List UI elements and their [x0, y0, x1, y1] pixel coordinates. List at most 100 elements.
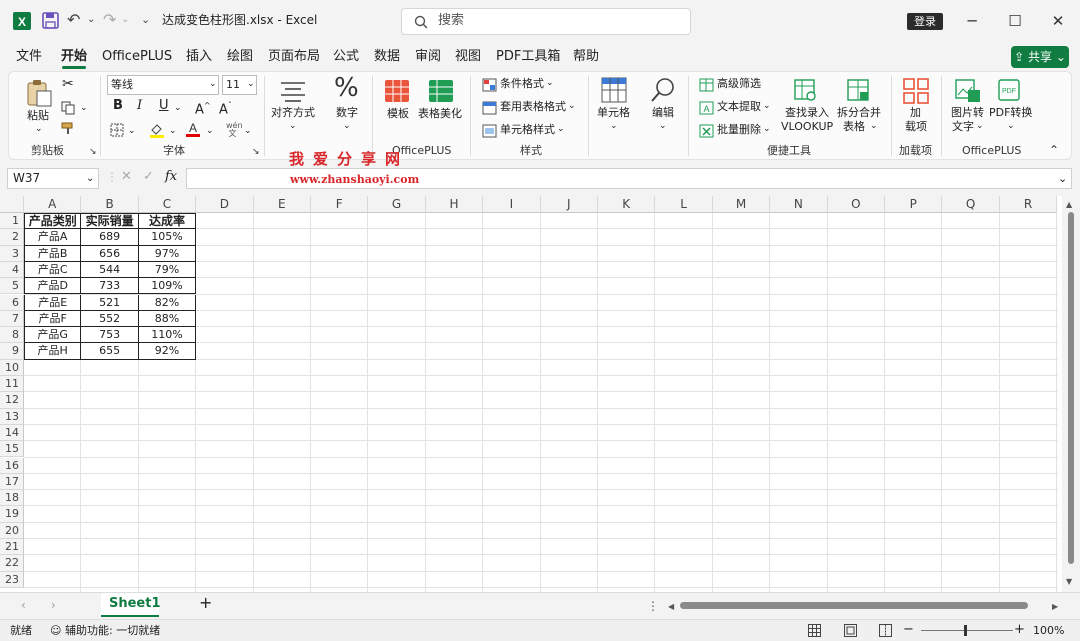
- tab-review[interactable]: 审阅: [415, 48, 441, 66]
- text-extract-icon[interactable]: A: [699, 101, 714, 115]
- column-header-g[interactable]: G: [368, 196, 426, 213]
- lookup-entry-icon[interactable]: [794, 79, 818, 103]
- row-header-23[interactable]: 23: [0, 571, 24, 588]
- table-format-icon[interactable]: [482, 101, 497, 115]
- table-cell[interactable]: 110%: [138, 327, 197, 344]
- maximize-button[interactable]: ☐: [1004, 10, 1026, 32]
- tab-split-handle-icon[interactable]: ⋮: [647, 599, 659, 613]
- column-header-p[interactable]: P: [885, 196, 943, 213]
- addins-label-1[interactable]: 加: [910, 106, 921, 120]
- image-to-text-dropdown-icon[interactable]: ⌄: [976, 119, 984, 133]
- fill-color-icon[interactable]: [149, 122, 165, 138]
- row-header-6[interactable]: 6: [0, 294, 24, 311]
- table-cell[interactable]: 产品B: [24, 245, 82, 262]
- cells-label[interactable]: 单元格: [597, 106, 630, 120]
- split-merge-label[interactable]: 拆分合并: [837, 106, 881, 120]
- row-header-1[interactable]: 1: [0, 213, 24, 230]
- column-header-n[interactable]: N: [770, 196, 828, 213]
- conditional-format-label[interactable]: 条件格式: [500, 77, 544, 91]
- scroll-right-icon[interactable]: ▶: [1052, 600, 1058, 614]
- table-cell[interactable]: 521: [81, 294, 139, 311]
- font-launcher-icon[interactable]: ↘: [252, 145, 260, 159]
- border-dropdown-icon[interactable]: ⌄: [128, 124, 136, 138]
- cell-style-dropdown-icon[interactable]: ⌄: [557, 122, 565, 136]
- redo-icon[interactable]: ↷: [103, 10, 116, 30]
- column-header-l[interactable]: L: [655, 196, 713, 213]
- edit-label[interactable]: 编辑: [652, 106, 674, 120]
- paste-icon[interactable]: [25, 79, 53, 107]
- zoom-slider-thumb[interactable]: [964, 625, 967, 636]
- tab-view[interactable]: 视图: [455, 48, 481, 66]
- advanced-filter-icon[interactable]: [699, 78, 714, 92]
- table-cell[interactable]: 82%: [138, 294, 197, 311]
- column-header-j[interactable]: J: [540, 196, 598, 213]
- phonetic-icon[interactable]: wén 文: [226, 122, 243, 138]
- conditional-format-dropdown-icon[interactable]: ⌄: [546, 76, 554, 90]
- cancel-entry-icon[interactable]: ✕: [121, 170, 132, 184]
- image-to-text-icon[interactable]: [955, 79, 981, 103]
- table-format-dropdown-icon[interactable]: ⌄: [568, 99, 576, 113]
- minimize-button[interactable]: ─: [961, 10, 983, 32]
- column-header-b[interactable]: B: [81, 196, 139, 213]
- number-format-icon[interactable]: %: [334, 74, 359, 102]
- template-label[interactable]: 模板: [387, 107, 409, 121]
- column-header-r[interactable]: R: [999, 196, 1058, 213]
- underline-icon[interactable]: U: [159, 99, 169, 113]
- expand-formula-bar-icon[interactable]: ⌄: [1058, 172, 1067, 186]
- column-header-c[interactable]: C: [138, 196, 197, 213]
- page-break-view-icon[interactable]: [879, 624, 892, 637]
- cell-style-label[interactable]: 单元格样式: [500, 123, 555, 137]
- split-merge-table-label[interactable]: 表格: [843, 120, 865, 134]
- undo-dropdown-icon[interactable]: ⌄: [87, 10, 95, 30]
- row-header-3[interactable]: 3: [0, 245, 24, 262]
- row-header-8[interactable]: 8: [0, 327, 24, 344]
- column-header-q[interactable]: Q: [942, 196, 1000, 213]
- row-header-16[interactable]: 16: [0, 457, 24, 474]
- column-header-a[interactable]: A: [24, 196, 82, 213]
- border-icon[interactable]: [110, 123, 124, 137]
- phonetic-dropdown-icon[interactable]: ⌄: [244, 124, 252, 138]
- fill-color-dropdown-icon[interactable]: ⌄: [169, 124, 177, 138]
- zoom-level[interactable]: 100%: [1033, 624, 1064, 638]
- table-format-label[interactable]: 套用表格格式: [500, 100, 566, 114]
- column-header-k[interactable]: K: [598, 196, 656, 213]
- select-all-corner[interactable]: [0, 196, 24, 213]
- increase-font-icon[interactable]: A^: [195, 99, 211, 117]
- underline-dropdown-icon[interactable]: ⌄: [174, 101, 182, 115]
- table-cell[interactable]: 92%: [138, 343, 197, 360]
- add-sheet-button[interactable]: +: [199, 595, 212, 611]
- font-color-dropdown-icon[interactable]: ⌄: [206, 124, 214, 138]
- table-cell[interactable]: 产品H: [24, 343, 82, 360]
- copy-icon[interactable]: [61, 101, 75, 115]
- edit-dropdown-icon[interactable]: ⌄: [659, 119, 667, 133]
- column-header-e[interactable]: E: [253, 196, 311, 213]
- table-cell[interactable]: 产品E: [24, 294, 82, 311]
- tab-officeplus[interactable]: OfficePLUS: [102, 48, 172, 66]
- page-layout-view-icon[interactable]: [844, 624, 857, 637]
- row-header-5[interactable]: 5: [0, 278, 24, 295]
- addins-icon[interactable]: [903, 78, 929, 104]
- batch-delete-dropdown-icon[interactable]: ⌄: [763, 122, 771, 136]
- tab-data[interactable]: 数据: [374, 48, 400, 66]
- scroll-down-icon[interactable]: ▼: [1066, 575, 1072, 589]
- batch-delete-icon[interactable]: [699, 124, 714, 138]
- pdf-convert-label[interactable]: PDF转换: [989, 106, 1032, 120]
- table-cell[interactable]: 109%: [138, 278, 197, 295]
- table-header-cell[interactable]: 达成率: [138, 213, 197, 230]
- template-icon[interactable]: [384, 79, 410, 103]
- table-cell[interactable]: 产品G: [24, 327, 82, 344]
- paste-dropdown-icon[interactable]: ⌄: [35, 122, 43, 136]
- tab-help[interactable]: 帮助: [573, 48, 599, 66]
- column-header-o[interactable]: O: [827, 196, 885, 213]
- row-header-17[interactable]: 17: [0, 473, 24, 491]
- confirm-entry-icon[interactable]: ✓: [143, 170, 154, 184]
- table-cell[interactable]: 733: [81, 278, 139, 295]
- cells-dropdown-icon[interactable]: ⌄: [610, 119, 618, 133]
- vertical-scrollbar[interactable]: ▲ ▼: [1062, 196, 1080, 592]
- table-beautify-label[interactable]: 表格美化: [418, 107, 462, 121]
- addins-label-2[interactable]: 载项: [905, 120, 927, 134]
- table-cell[interactable]: 产品A: [24, 229, 82, 246]
- scroll-up-icon[interactable]: ▲: [1066, 198, 1072, 212]
- table-cell[interactable]: 产品D: [24, 278, 82, 295]
- font-size-select[interactable]: 11 ⌄: [222, 75, 257, 95]
